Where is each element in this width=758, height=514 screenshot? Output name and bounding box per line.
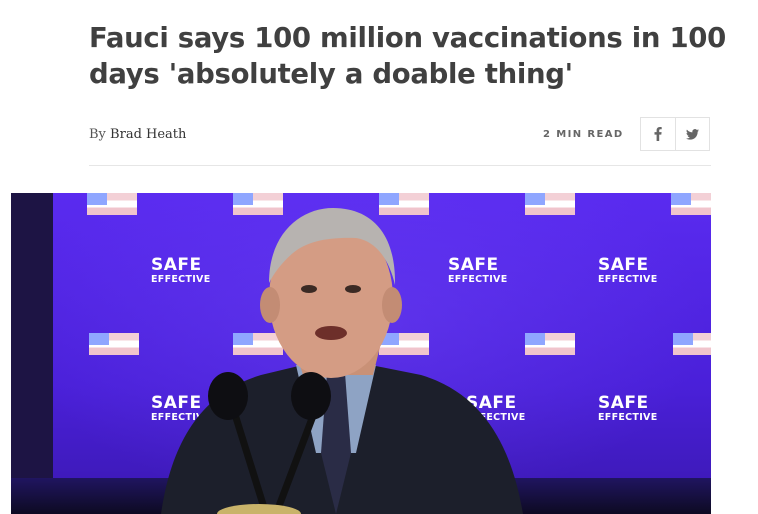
author-link[interactable]: Brad Heath — [110, 127, 186, 142]
byline: By Brad Heath — [89, 127, 186, 142]
header-divider — [89, 165, 711, 166]
facebook-share-button[interactable] — [641, 118, 675, 150]
article-headline: Fauci says 100 million vaccinations in 1… — [89, 22, 726, 90]
facebook-icon — [654, 127, 662, 141]
microphone-left — [208, 372, 248, 420]
twitter-share-button[interactable] — [674, 118, 710, 150]
microphone-right — [291, 372, 331, 420]
read-time: 2 MIN READ — [543, 129, 624, 140]
share-buttons — [640, 117, 710, 151]
twitter-icon — [685, 128, 699, 140]
byline-prefix: By — [89, 127, 106, 142]
speaker-figure — [161, 208, 523, 514]
article-photo[interactable]: SAFE EFFECTIVE SAFE EFFECTIVE SAFE EFFEC… — [11, 193, 711, 514]
